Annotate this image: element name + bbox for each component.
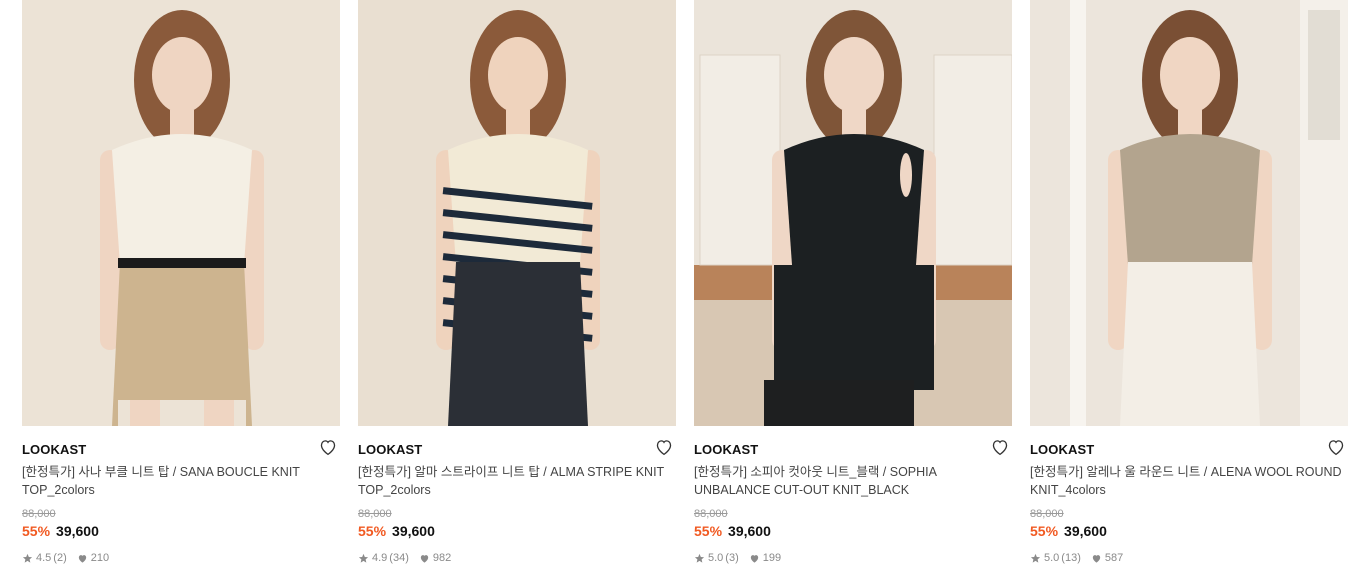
- like-count: 982: [432, 552, 452, 564]
- review-count: (3): [725, 552, 739, 564]
- rating-value: 4.5: [36, 552, 52, 564]
- review-count: (34): [389, 552, 409, 564]
- star-icon: [694, 553, 705, 564]
- like-count: 587: [1104, 552, 1124, 564]
- star-icon: [1030, 553, 1041, 564]
- product-card[interactable]: LOOKAST [한정특가] 소피아 컷아웃 니트_블랙 / SOPHIA UN…: [694, 0, 1012, 571]
- brand-name[interactable]: LOOKAST: [694, 442, 758, 457]
- brand-name[interactable]: LOOKAST: [22, 442, 86, 457]
- product-photo-illustration: [1030, 0, 1348, 426]
- product-card[interactable]: LOOKAST [한정특가] 알레나 울 라운드 니트 / ALENA WOOL…: [1030, 0, 1348, 571]
- review-count: (2): [53, 552, 67, 564]
- original-price: 88,000: [1030, 508, 1064, 520]
- product-image[interactable]: [22, 0, 340, 426]
- product-title[interactable]: [한정특가] 알레나 울 라운드 니트 / ALENA WOOL ROUND K…: [1030, 463, 1348, 499]
- heart-filled-icon: [1091, 553, 1102, 564]
- discount-rate: 55%: [694, 523, 723, 539]
- heart-outline-icon[interactable]: [990, 438, 1010, 456]
- product-stats: 4.5 (2) 210: [22, 552, 109, 564]
- brand-name[interactable]: LOOKAST: [1030, 442, 1094, 457]
- price-line: 55% 39,600: [1030, 523, 1107, 539]
- original-price: 88,000: [694, 508, 728, 520]
- sale-price: 39,600: [392, 523, 435, 539]
- rating-value: 4.9: [372, 552, 388, 564]
- original-price: 88,000: [22, 508, 56, 520]
- product-photo-illustration: [694, 0, 1012, 426]
- star-icon: [22, 553, 33, 564]
- product-image[interactable]: [358, 0, 676, 426]
- product-title[interactable]: [한정특가] 알마 스트라이프 니트 탑 / ALMA STRIPE KNIT …: [358, 463, 676, 499]
- rating-value: 5.0: [1044, 552, 1060, 564]
- product-photo-illustration: [22, 0, 340, 426]
- price-line: 55% 39,600: [358, 523, 435, 539]
- like-count: 210: [90, 552, 110, 564]
- brand-name[interactable]: LOOKAST: [358, 442, 422, 457]
- price-line: 55% 39,600: [22, 523, 99, 539]
- discount-rate: 55%: [1030, 523, 1059, 539]
- sale-price: 39,600: [1064, 523, 1107, 539]
- like-count: 199: [762, 552, 782, 564]
- heart-filled-icon: [77, 553, 88, 564]
- price-line: 55% 39,600: [694, 523, 771, 539]
- heart-outline-icon[interactable]: [318, 438, 338, 456]
- discount-rate: 55%: [22, 523, 51, 539]
- product-stats: 4.9 (34) 982: [358, 552, 451, 564]
- product-image[interactable]: [694, 0, 1012, 426]
- product-grid: LOOKAST [한정특가] 사나 부클 니트 탑 / SANA BOUCLE …: [0, 0, 1352, 571]
- rating-value: 5.0: [708, 552, 724, 564]
- product-stats: 5.0 (3) 199: [694, 552, 781, 564]
- original-price: 88,000: [358, 508, 392, 520]
- review-count: (13): [1061, 552, 1081, 564]
- product-image[interactable]: [1030, 0, 1348, 426]
- heart-outline-icon[interactable]: [1326, 438, 1346, 456]
- heart-outline-icon[interactable]: [654, 438, 674, 456]
- product-title[interactable]: [한정특가] 소피아 컷아웃 니트_블랙 / SOPHIA UNBALANCE …: [694, 463, 1012, 499]
- heart-filled-icon: [749, 553, 760, 564]
- sale-price: 39,600: [56, 523, 99, 539]
- product-stats: 5.0 (13) 587: [1030, 552, 1123, 564]
- product-photo-illustration: [358, 0, 676, 426]
- product-card[interactable]: LOOKAST [한정특가] 알마 스트라이프 니트 탑 / ALMA STRI…: [358, 0, 676, 571]
- sale-price: 39,600: [728, 523, 771, 539]
- heart-filled-icon: [419, 553, 430, 564]
- discount-rate: 55%: [358, 523, 387, 539]
- product-title[interactable]: [한정특가] 사나 부클 니트 탑 / SANA BOUCLE KNIT TOP…: [22, 463, 340, 499]
- product-card[interactable]: LOOKAST [한정특가] 사나 부클 니트 탑 / SANA BOUCLE …: [22, 0, 340, 571]
- star-icon: [358, 553, 369, 564]
